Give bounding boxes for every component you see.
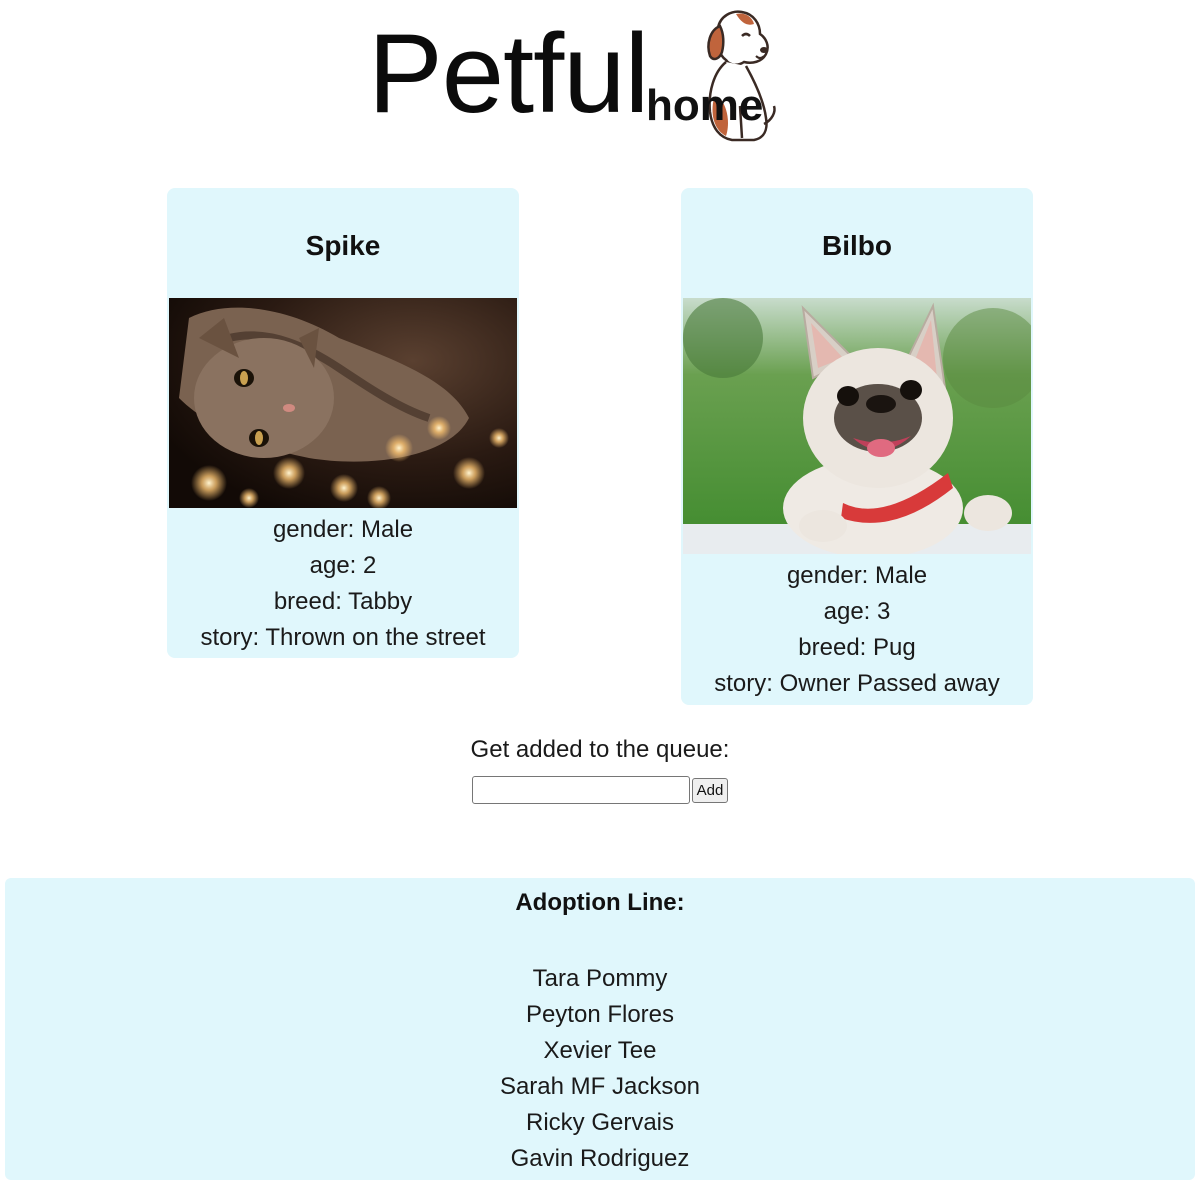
- pet-breed: breed: Pug: [798, 634, 916, 661]
- queue-section: Get added to the queue: Add: [0, 734, 1200, 804]
- pet-name: Spike: [305, 230, 381, 261]
- list-item: Gavin Rodriguez: [510, 1145, 690, 1172]
- add-button[interactable]: Add: [691, 777, 729, 803]
- pet-name: Bilbo: [822, 230, 892, 261]
- logo-title: Petful: [368, 11, 649, 136]
- list-item: Sarah MF Jackson: [499, 1073, 701, 1100]
- pet-age: age: 2: [309, 552, 377, 579]
- pet-story: story: Owner Passed away: [714, 670, 1000, 697]
- pet-card-dog: Bilbo gender: Male age: 3 breed: Pug sto…: [681, 188, 1033, 705]
- cat-photo-icon: [169, 298, 517, 508]
- list-item: Tara Pommy: [532, 965, 668, 992]
- adoption-list: Tara Pommy Peyton Flores Xevier Tee Sara…: [5, 961, 1195, 1177]
- pet-gender: gender: Male: [272, 516, 414, 543]
- pet-breed: breed: Tabby: [273, 588, 413, 615]
- pet-age: age: 3: [823, 598, 891, 625]
- queue-label: Get added to the queue:: [470, 736, 730, 763]
- logo-subtitle: home: [646, 81, 764, 130]
- name-input[interactable]: [471, 776, 690, 804]
- pet-details: gender: Male age: 2 breed: Tabby story: …: [167, 508, 519, 656]
- list-item: Ricky Gervais: [525, 1109, 675, 1136]
- pet-story: story: Thrown on the street: [200, 624, 486, 651]
- dog-photo-icon: [683, 298, 1031, 554]
- list-item: Peyton Flores: [525, 1001, 675, 1028]
- adoption-line-title: Adoption Line:: [515, 889, 685, 916]
- site-logo: Petful home: [360, 0, 800, 150]
- queue-form: Add: [471, 776, 729, 804]
- pet-card-cat: Spike gender: Male age: 2 breed: Tabby s…: [167, 188, 519, 658]
- pet-gender: gender: Male: [786, 562, 928, 589]
- adoption-line-panel: Adoption Line: Tara Pommy Peyton Flores …: [5, 878, 1195, 1180]
- list-item: Xevier Tee: [543, 1037, 657, 1064]
- pet-details: gender: Male age: 3 breed: Pug story: Ow…: [681, 554, 1033, 702]
